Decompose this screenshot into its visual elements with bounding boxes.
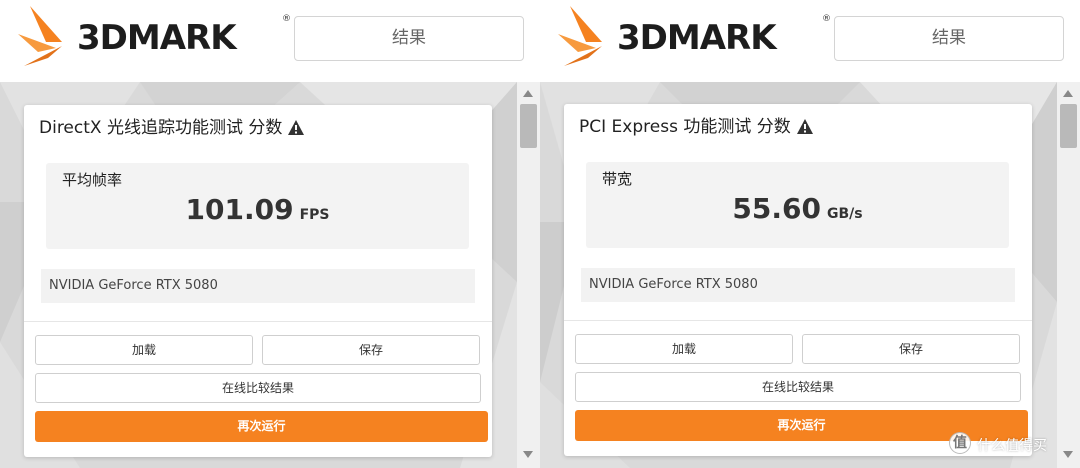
scroll-thumb[interactable]	[520, 104, 537, 148]
metric-label: 带宽	[602, 170, 633, 188]
divider	[24, 321, 492, 322]
3dmark-logo-icon	[18, 6, 62, 66]
metric-value: 55.60	[732, 192, 821, 225]
card-title: PCI Express 功能测试 分数	[579, 116, 813, 138]
metric-value-row: 55.60 GB/s	[586, 192, 1009, 225]
card-title: DirectX 光线追踪功能测试 分数	[39, 117, 305, 139]
3dmark-logo-icon	[558, 6, 602, 66]
metric-label: 平均帧率	[62, 171, 123, 189]
save-button[interactable]: 保存	[802, 334, 1020, 364]
run-again-button[interactable]: 再次运行	[35, 411, 488, 442]
watermark-icon: 值	[949, 432, 971, 454]
vertical-scrollbar[interactable]	[1057, 82, 1080, 468]
device-name: NVIDIA GeForce RTX 5080	[589, 277, 758, 292]
metric-box: 平均帧率 101.09 FPS	[46, 163, 469, 249]
metric-unit: GB/s	[826, 206, 863, 222]
result-card: DirectX 光线追踪功能测试 分数 平均帧率 101.09 FPS NVIDI…	[24, 105, 492, 457]
scroll-up-arrow-icon[interactable]	[1063, 90, 1073, 97]
device-name: NVIDIA GeForce RTX 5080	[49, 278, 218, 293]
divider	[564, 320, 1032, 321]
compare-online-button[interactable]: 在线比较结果	[35, 373, 481, 403]
card-title-text: DirectX 光线追踪功能测试 分数	[39, 118, 283, 138]
metric-unit: FPS	[299, 207, 330, 223]
scroll-down-arrow-icon[interactable]	[523, 451, 533, 458]
load-button[interactable]: 加载	[35, 335, 253, 365]
metric-value: 101.09	[185, 193, 294, 226]
header: 3DMARK ® 结果	[0, 0, 540, 82]
tab-results[interactable]: 结果	[294, 16, 524, 61]
device-box: NVIDIA GeForce RTX 5080	[581, 268, 1015, 302]
right-result-panel: 3DMARK ® 结果 PCI Express 功能测试 分数 带宽 55.60…	[540, 0, 1080, 468]
registered-mark: ®	[822, 14, 831, 24]
3dmark-logo: 3DMARK ®	[16, 4, 291, 70]
warning-triangle-icon	[288, 120, 305, 135]
registered-mark: ®	[282, 14, 291, 24]
header: 3DMARK ® 结果	[540, 0, 1080, 82]
result-card: PCI Express 功能测试 分数 带宽 55.60 GB/s NVIDIA …	[564, 104, 1032, 456]
tab-results[interactable]: 结果	[834, 16, 1064, 61]
logo-wordmark: 3DMARK	[617, 18, 777, 58]
device-box: NVIDIA GeForce RTX 5080	[41, 269, 475, 303]
watermark: 值 什么值得买	[949, 432, 1074, 456]
save-button[interactable]: 保存	[262, 335, 480, 365]
card-title-text: PCI Express 功能测试 分数	[579, 117, 791, 137]
scroll-up-arrow-icon[interactable]	[523, 90, 533, 97]
left-result-panel: 3DMARK ® 结果 DirectX 光线追踪功能测试 分数 平均帧率 101…	[0, 0, 540, 468]
3dmark-logo: 3DMARK ®	[556, 4, 831, 70]
load-button[interactable]: 加载	[575, 334, 793, 364]
compare-online-button[interactable]: 在线比较结果	[575, 372, 1021, 402]
logo-wordmark: 3DMARK	[77, 18, 237, 58]
vertical-scrollbar[interactable]	[517, 82, 540, 468]
watermark-text: 什么值得买	[977, 438, 1047, 454]
scroll-thumb[interactable]	[1060, 104, 1077, 148]
warning-triangle-icon	[796, 119, 813, 134]
metric-box: 带宽 55.60 GB/s	[586, 162, 1009, 248]
metric-value-row: 101.09 FPS	[46, 193, 469, 226]
